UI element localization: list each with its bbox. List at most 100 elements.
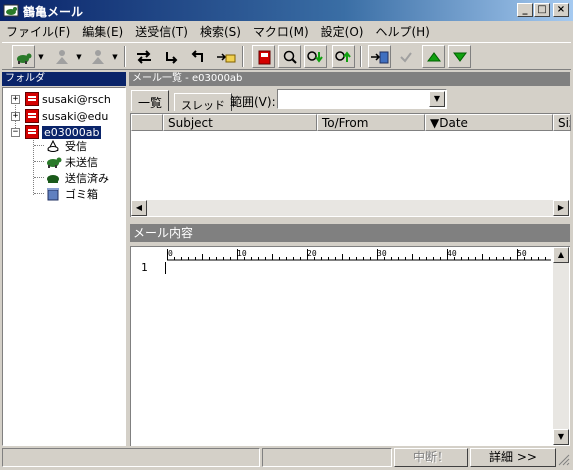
- receive-button[interactable]: [50, 45, 73, 68]
- move-folder-icon: [216, 52, 235, 62]
- scroll-right-icon[interactable]: ▶: [553, 200, 569, 216]
- tree-line: [34, 161, 44, 162]
- list-horizontal-scrollbar[interactable]: ◀ ▶: [131, 200, 569, 216]
- toolbar-separator: [124, 46, 126, 67]
- line-number: 1: [141, 261, 148, 274]
- import-disk-icon: [370, 51, 388, 63]
- tree-line: [34, 177, 44, 178]
- search-down-icon: [306, 50, 323, 63]
- ruler-label: 0: [168, 249, 173, 258]
- account-label: susaki@edu: [42, 109, 109, 123]
- tree-account[interactable]: susaki@rsch: [25, 91, 111, 107]
- send-dropdown[interactable]: ▼: [110, 45, 120, 68]
- folder-trash[interactable]: ゴミ箱: [45, 186, 98, 202]
- folder-tree: + susaki@rsch + susaki@edu − e03000ab 受信…: [2, 87, 126, 446]
- resize-grip-icon[interactable]: [558, 454, 570, 466]
- search-prev-button[interactable]: [332, 45, 355, 68]
- ruler-label: 20: [307, 249, 317, 258]
- tab-list[interactable]: 一覧: [131, 90, 170, 111]
- person-send-icon: [91, 49, 104, 64]
- maximize-button[interactable]: □: [534, 3, 550, 17]
- send-receive-all-button[interactable]: [132, 45, 155, 68]
- trash-icon: [47, 188, 59, 201]
- menu-send-receive[interactable]: 送受信(T): [129, 21, 194, 40]
- column-header-date[interactable]: ▼Date: [425, 114, 553, 131]
- column-header-flag[interactable]: [131, 114, 163, 131]
- search-button[interactable]: [278, 45, 301, 68]
- status-cell-secondary: [262, 448, 392, 467]
- menu-search[interactable]: 検索(S): [194, 21, 247, 40]
- scroll-left-icon[interactable]: ◀: [131, 200, 147, 216]
- folder-label: 受信: [65, 140, 87, 153]
- menu-file[interactable]: ファイル(F): [0, 21, 76, 40]
- folder-sent[interactable]: 送信済み: [45, 170, 109, 186]
- tree-line: [34, 145, 44, 146]
- expand-toggle[interactable]: +: [11, 95, 20, 104]
- magnifier-icon: [283, 50, 297, 64]
- collapse-toggle[interactable]: −: [11, 128, 20, 137]
- tab-thread[interactable]: スレッド: [174, 93, 232, 112]
- toolbar: ▼ ▼ ▼: [2, 42, 571, 70]
- close-button[interactable]: ×: [553, 3, 569, 17]
- import-button[interactable]: [368, 45, 391, 68]
- menu-bar: ファイル(F) 編集(E) 送受信(T) 検索(S) マクロ(M) 設定(O) ヘルプ(H): [0, 21, 573, 40]
- account-label: e03000ab: [40, 124, 103, 140]
- book-icon: [258, 50, 270, 64]
- status-cell-main: [2, 448, 260, 467]
- mail-list[interactable]: Subject To/From ▼Date Siz ◀ ▶: [130, 113, 571, 217]
- mailbox-icon: [25, 125, 39, 139]
- menu-edit[interactable]: 編集(E): [76, 21, 129, 40]
- forward-button[interactable]: [160, 45, 183, 68]
- folder-inbox[interactable]: 受信: [45, 138, 87, 154]
- search-next-button[interactable]: [304, 45, 327, 68]
- menu-macro[interactable]: マクロ(M): [247, 21, 315, 40]
- scroll-down-icon[interactable]: ▼: [553, 429, 569, 445]
- expand-toggle[interactable]: +: [11, 112, 20, 121]
- outbox-turtle-icon: [47, 157, 62, 168]
- arrow-up-left-icon: [191, 49, 203, 62]
- interrupt-button[interactable]: 中断！: [394, 448, 468, 467]
- folder-label: 送信済み: [65, 172, 109, 185]
- app-icon: [3, 4, 19, 17]
- checkmark-icon: [399, 51, 412, 63]
- person-receive-icon: [55, 49, 68, 64]
- previous-mail-button[interactable]: [422, 45, 445, 68]
- toolbar-separator: [242, 46, 244, 67]
- triangle-down-icon: [452, 52, 467, 62]
- mail-content-editor[interactable]: 0 10 20 30 40 50 1 ▲ ▼: [130, 246, 570, 446]
- column-header-subject[interactable]: Subject: [163, 114, 317, 131]
- content-vertical-scrollbar[interactable]: ▲ ▼: [553, 247, 569, 445]
- column-header-size[interactable]: Siz: [553, 114, 571, 131]
- move-to-folder-button[interactable]: [214, 45, 237, 68]
- account-label: susaki@rsch: [42, 92, 111, 106]
- ruler-label: 50: [517, 249, 527, 258]
- mark-done-button[interactable]: [394, 45, 417, 68]
- column-header-to-from[interactable]: To/From: [317, 114, 425, 131]
- tree-account[interactable]: susaki@edu: [25, 108, 108, 124]
- check-mail-button[interactable]: [12, 45, 35, 68]
- menu-help[interactable]: ヘルプ(H): [369, 21, 435, 40]
- address-book-button[interactable]: [252, 45, 275, 68]
- ruler-ticks: [167, 249, 551, 261]
- dropdown-arrow-icon[interactable]: ▼: [429, 91, 445, 107]
- toolbar-separator: [360, 46, 362, 67]
- search-up-icon: [334, 50, 351, 62]
- tree-line: [34, 193, 44, 194]
- range-select[interactable]: ▼: [277, 89, 447, 109]
- minimize-button[interactable]: _: [517, 3, 533, 17]
- send-button[interactable]: [86, 45, 109, 68]
- mailbox-icon: [25, 109, 39, 123]
- menu-settings[interactable]: 設定(O): [315, 21, 370, 40]
- next-mail-button[interactable]: [448, 45, 471, 68]
- window-title: 鶴亀メール: [23, 5, 84, 19]
- details-button[interactable]: 詳細 >>: [470, 448, 556, 467]
- swap-arrows-icon: [136, 49, 151, 64]
- scroll-up-icon[interactable]: ▲: [553, 247, 569, 263]
- folder-outbox[interactable]: 未送信: [45, 154, 98, 170]
- check-mail-dropdown[interactable]: ▼: [36, 45, 46, 68]
- ruler-label: 40: [447, 249, 457, 258]
- turtle-icon: [16, 53, 31, 64]
- reply-button[interactable]: [186, 45, 209, 68]
- mail-list-header: メール一覧 - e03000ab: [129, 72, 570, 86]
- receive-dropdown[interactable]: ▼: [74, 45, 84, 68]
